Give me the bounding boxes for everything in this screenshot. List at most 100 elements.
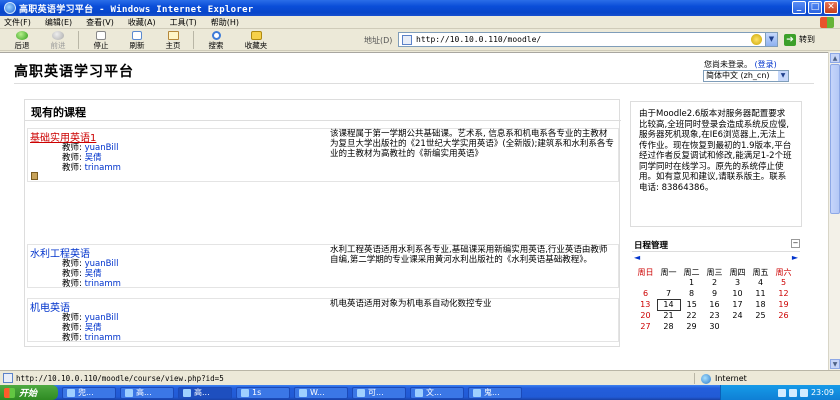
taskbar-item[interactable]: 高... <box>178 386 232 399</box>
language-select[interactable]: 简体中文 (zh_cn) ▼ <box>703 70 789 82</box>
collapse-icon[interactable]: − <box>791 239 800 248</box>
refresh-icon <box>132 31 142 40</box>
calendar-day[interactable]: 30 <box>703 321 726 332</box>
calendar-day[interactable]: 10 <box>726 288 749 299</box>
refresh-button[interactable]: 刷新 <box>119 29 155 51</box>
calendar-day[interactable]: 8 <box>680 288 703 299</box>
go-button[interactable]: ➔ 转到 <box>784 32 815 47</box>
calendar-day[interactable]: 18 <box>749 299 772 310</box>
courses-heading: 现有的课程 <box>31 106 86 119</box>
scroll-thumb[interactable] <box>830 64 840 214</box>
calendar-prev-month-icon[interactable]: ◄ <box>634 253 640 262</box>
back-arrow-icon <box>16 31 28 40</box>
taskbar-item[interactable]: 高... <box>120 386 174 399</box>
calendar-day[interactable]: 27 <box>634 321 657 332</box>
taskbar-item[interactable]: 兜... <box>62 386 116 399</box>
home-icon <box>167 31 179 40</box>
calendar-day[interactable]: 7 <box>657 288 680 299</box>
status-url: http://10.10.0.110/moodle/course/view.ph… <box>16 373 224 383</box>
calendar-day[interactable]: 15 <box>680 299 703 310</box>
login-link[interactable]: (登录) <box>755 60 777 69</box>
calendar-day[interactable]: 14 <box>656 298 681 311</box>
calendar-day[interactable]: 25 <box>749 310 772 321</box>
app-icon <box>125 388 133 397</box>
app-icon <box>67 388 75 397</box>
teacher-role: 教师: <box>62 163 85 173</box>
address-dropdown-icon[interactable]: ▼ <box>765 33 777 46</box>
search-button[interactable]: 搜索 <box>198 29 234 51</box>
calendar-weekday: 周日 <box>637 267 654 277</box>
taskbar-item[interactable]: 可... <box>352 386 406 399</box>
calendar-day[interactable]: 19 <box>772 299 795 310</box>
home-button[interactable]: 主页 <box>155 29 191 51</box>
scroll-down-icon[interactable]: ▼ <box>830 359 840 369</box>
calendar-day[interactable]: 23 <box>703 310 726 321</box>
calendar-day[interactable]: 3 <box>726 277 749 288</box>
tray-icon[interactable] <box>799 388 808 397</box>
calendar-day[interactable]: 9 <box>703 288 726 299</box>
teacher-link[interactable]: trinamm <box>85 333 121 343</box>
tray-icon[interactable] <box>777 388 786 397</box>
maximize-button[interactable]: □ <box>808 1 822 14</box>
refresh-label: 刷新 <box>129 41 145 50</box>
taskbar-item[interactable]: 1s <box>236 386 290 399</box>
calendar-day[interactable]: 2 <box>703 277 726 288</box>
calendar-day[interactable]: 5 <box>772 277 795 288</box>
login-status: 您尚未登录。 <box>704 60 752 69</box>
go-arrow-icon: ➔ <box>784 33 796 46</box>
calendar-day[interactable]: 26 <box>772 310 795 321</box>
calendar-day[interactable]: 28 <box>657 321 680 332</box>
vertical-scrollbar[interactable]: ▲ ▼ <box>828 52 840 370</box>
close-button[interactable]: ✕ <box>824 1 838 14</box>
menu-favorites[interactable]: 收藏(A) <box>128 17 156 28</box>
calendar-day[interactable]: 24 <box>726 310 749 321</box>
menu-file[interactable]: 文件(F) <box>4 17 31 28</box>
address-bar[interactable]: http://10.10.0.110/moodle/ ▼ <box>398 32 778 47</box>
calendar-day[interactable]: 1 <box>680 277 703 288</box>
toolbar-separator <box>78 31 79 49</box>
app-icon <box>183 388 191 397</box>
minimize-button[interactable]: _ <box>792 1 806 14</box>
calendar-day[interactable]: 16 <box>703 299 726 310</box>
course-info-icon[interactable] <box>31 172 38 180</box>
calendar-day[interactable]: 4 <box>749 277 772 288</box>
tray-icon[interactable] <box>788 388 797 397</box>
page-viewport: 高职英语学习平台 您尚未登录。 (登录) 简体中文 (zh_cn) ▼ 现有的课… <box>0 52 828 370</box>
forward-button[interactable]: 前进 <box>40 29 76 51</box>
menu-help[interactable]: 帮助(H) <box>211 17 239 28</box>
start-button[interactable]: 开始 <box>0 385 58 400</box>
calendar-day[interactable]: 22 <box>680 310 703 321</box>
calendar-weekday: 周一 <box>660 267 677 277</box>
taskbar-item[interactable]: 文... <box>410 386 464 399</box>
calendar-day[interactable]: 12 <box>772 288 795 299</box>
menu-view[interactable]: 查看(V) <box>86 17 114 28</box>
login-info: 您尚未登录。 (登录) <box>704 59 777 70</box>
teacher-link[interactable]: trinamm <box>85 163 121 173</box>
course-item: 水利工程英语 教师: yuanBill 教师: 吴倩 教师: trinamm 水… <box>27 244 619 289</box>
favorites-button[interactable]: 收藏夹 <box>234 29 278 51</box>
calendar-day[interactable]: 6 <box>634 288 657 299</box>
taskbar-item[interactable]: 鬼... <box>468 386 522 399</box>
compatibility-icon[interactable] <box>751 34 762 45</box>
teacher-link[interactable]: trinamm <box>85 279 121 289</box>
menu-tools[interactable]: 工具(T) <box>170 17 197 28</box>
stop-button[interactable]: 停止 <box>83 29 119 51</box>
calendar-day[interactable]: 13 <box>634 299 657 310</box>
menu-edit[interactable]: 编辑(E) <box>45 17 72 28</box>
start-label: 开始 <box>19 389 38 399</box>
calendar-week-row: 13 14 15 16 17 18 19 <box>634 298 795 311</box>
taskbar-item[interactable]: W... <box>294 386 348 399</box>
calendar-next-month-icon[interactable]: ► <box>792 253 798 262</box>
calendar-day[interactable]: 21 <box>657 310 680 321</box>
app-icon <box>241 388 249 397</box>
calendar-day[interactable]: 11 <box>749 288 772 299</box>
calendar-day[interactable]: 20 <box>634 310 657 321</box>
back-button[interactable]: 后退 <box>4 29 40 51</box>
windows-flag-icon <box>4 387 15 398</box>
address-url[interactable]: http://10.10.0.110/moodle/ <box>416 35 751 44</box>
scroll-up-icon[interactable]: ▲ <box>830 53 840 63</box>
clock[interactable]: 23:09 <box>811 388 834 397</box>
calendar-day[interactable]: 17 <box>726 299 749 310</box>
calendar-day[interactable]: 29 <box>680 321 703 332</box>
calendar-weekday: 周四 <box>729 267 746 277</box>
